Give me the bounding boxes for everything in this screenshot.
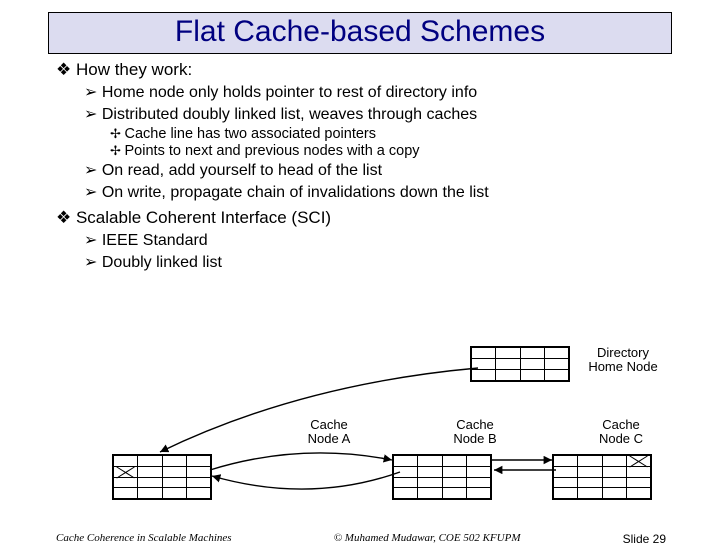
cache-b-label: Cache Node B	[440, 418, 510, 447]
slide-body: How they work: Home node only holds poin…	[0, 60, 720, 272]
slide-title: Flat Cache-based Schemes	[49, 15, 671, 49]
bullet-l2: Distributed doubly linked list, weaves t…	[84, 104, 664, 124]
bullet-l3: Points to next and previous nodes with a…	[110, 143, 664, 159]
bullet-l2: On write, propagate chain of invalidatio…	[84, 182, 664, 202]
bullet-l3: Cache line has two associated pointers	[110, 126, 664, 142]
diagram: Directory Home Node Cache Node A Cache N…	[0, 354, 720, 514]
bullet-l1: How they work:	[56, 60, 664, 80]
footer-right: Slide 29	[623, 532, 666, 546]
cache-c-label: Cache Node C	[586, 418, 656, 447]
cache-a-label: Cache Node A	[294, 418, 364, 447]
slide-footer: Cache Coherence in Scalable Machines © M…	[0, 532, 720, 546]
home-node-block	[470, 346, 570, 382]
bullet-l2: IEEE Standard	[84, 230, 664, 250]
cache-b-block	[392, 454, 492, 500]
footer-center: © Muhamed Mudawar, COE 502 KFUPM	[334, 532, 521, 546]
bullet-l1: Scalable Coherent Interface (SCI)	[56, 208, 664, 228]
slide-title-bar: Flat Cache-based Schemes	[48, 12, 672, 54]
cache-c-block	[552, 454, 652, 500]
bullet-l2: On read, add yourself to head of the lis…	[84, 160, 664, 180]
cache-a-block	[112, 454, 212, 500]
bullet-l2: Doubly linked list	[84, 252, 664, 272]
footer-left: Cache Coherence in Scalable Machines	[56, 532, 232, 546]
bullet-l2: Home node only holds pointer to rest of …	[84, 82, 664, 102]
home-node-label: Directory Home Node	[578, 346, 668, 375]
